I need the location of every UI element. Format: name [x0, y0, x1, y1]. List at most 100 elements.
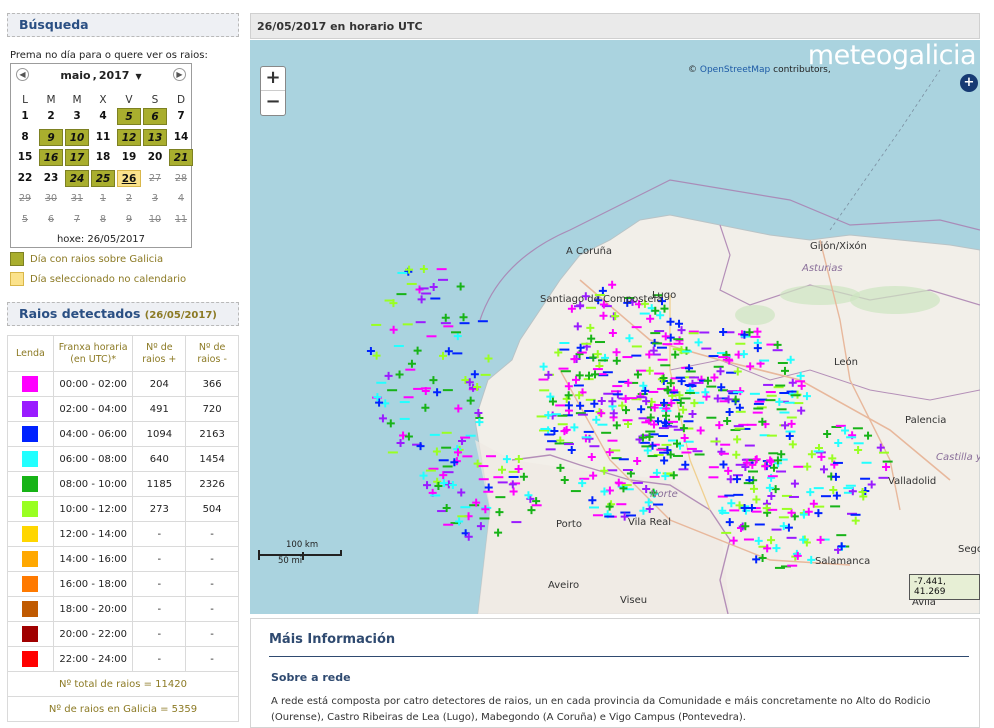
calendar-day[interactable]: 2: [39, 108, 63, 125]
calendar-day[interactable]: 17: [65, 149, 89, 166]
calendar-day: 1: [99, 193, 107, 204]
map-label: Aveiro: [548, 580, 579, 591]
weekday-header: V: [125, 94, 133, 106]
color-swatch: [22, 651, 39, 667]
green-area: [780, 285, 860, 305]
maritime-dotted: [829, 69, 941, 231]
table-row: 14:00 - 16:00- -: [7, 546, 239, 572]
map-label: Palencia: [905, 415, 946, 426]
calendar-prompt: Prema no día para o quere ver os raios:: [10, 50, 208, 61]
column-header: Nº de raios +: [132, 335, 187, 372]
map-scale: 100 km 50 mi: [258, 538, 342, 568]
positive-strike-icon: [459, 313, 468, 322]
calendar-day[interactable]: 1: [13, 108, 37, 125]
negative-count-cell: 720: [185, 396, 239, 422]
positive-strike-icon: [453, 332, 462, 341]
calendar-day[interactable]: 19: [117, 149, 141, 166]
column-header: Franxa horaria (en UTC)*: [52, 335, 134, 372]
calendar-day[interactable]: 15: [13, 149, 37, 166]
legend-swatch: [10, 252, 24, 266]
calendar-month-select[interactable]: maio, 2017 ▼: [11, 69, 191, 82]
legend-cell: [7, 621, 54, 647]
calendar-day[interactable]: 26: [117, 169, 141, 187]
positive-strike-icon: [438, 351, 447, 360]
positive-count-cell: -: [132, 646, 187, 672]
calendar-day: 3: [151, 193, 159, 204]
map-label: Segov: [958, 544, 980, 555]
weekday-header: X: [99, 94, 107, 106]
table-row: 10:00 - 12:00 273 504: [7, 496, 239, 522]
calendar-day[interactable]: 8: [13, 129, 37, 146]
scale-mi: 50 mi: [278, 556, 303, 566]
calendar-day[interactable]: 3: [65, 108, 89, 125]
more-info-panel: Máis Información Sobre a rede A rede est…: [250, 618, 980, 728]
calendar-day[interactable]: 11: [91, 129, 115, 146]
time-range-cell: 16:00 - 18:00: [52, 571, 134, 597]
search-panel-title: Búsqueda: [19, 17, 89, 32]
time-range-cell: 22:00 - 24:00: [52, 646, 134, 672]
positive-count-cell: -: [132, 521, 187, 547]
negative-count-cell: -: [185, 571, 239, 597]
positive-strike-icon: [476, 522, 485, 531]
calendar-day[interactable]: 5: [117, 108, 141, 125]
table-row: 06:00 - 08:00 640 1454: [7, 446, 239, 472]
positive-strike-icon: [421, 403, 430, 412]
table-row: 04:00 - 06:00 1094 2163: [7, 421, 239, 447]
calendar-day[interactable]: 13: [143, 128, 167, 146]
network-subtitle: Sobre a rede: [271, 671, 351, 684]
calendar-day: 10: [148, 213, 162, 225]
positive-strike-icon: [389, 325, 398, 334]
layers-toggle-icon[interactable]: +: [960, 74, 978, 92]
lightning-map[interactable]: A Coruña Gijón/Xixón Asturias Santiago de C…: [250, 40, 980, 614]
cursor-coordinates: -7.441, 41.269: [909, 574, 980, 600]
next-month-icon[interactable]: ▶: [173, 68, 186, 81]
calendar-day[interactable]: 4: [91, 108, 115, 125]
calendar-day[interactable]: 7: [169, 108, 193, 125]
calendar-day[interactable]: 25: [91, 169, 115, 187]
negative-count-cell: 366: [185, 371, 239, 397]
weekday-header: L: [22, 94, 28, 106]
legend-cell: [7, 521, 54, 547]
positive-count-cell: -: [132, 596, 187, 622]
table-header-row: Lenda Franxa horaria (en UTC)* Nº de rai…: [7, 335, 239, 372]
calendar-day[interactable]: 23: [39, 170, 63, 187]
positive-count-cell: -: [132, 621, 187, 647]
zoom-out-button[interactable]: −: [261, 91, 285, 115]
calendar-day[interactable]: 18: [91, 149, 115, 166]
zoom-in-button[interactable]: +: [261, 67, 285, 91]
more-info-title: Máis Información: [269, 632, 396, 647]
calendar-day[interactable]: 22: [13, 170, 37, 187]
map-label: Porto: [556, 519, 582, 530]
legend-cell: [7, 446, 54, 472]
color-swatch: [22, 526, 39, 542]
positive-count-cell: 640: [132, 446, 187, 472]
legend-cell: [7, 496, 54, 522]
positive-strike-icon: [366, 347, 375, 356]
map-header: 26/05/2017 en horario UTC: [250, 13, 980, 39]
calendar-day[interactable]: 20: [143, 149, 167, 166]
calendar-day[interactable]: 24: [65, 169, 89, 187]
map-canvas[interactable]: A Coruña Gijón/Xixón Asturias Santiago de C…: [250, 40, 980, 614]
osm-link[interactable]: OpenStreetMap: [700, 65, 770, 75]
weekday-header: M: [46, 94, 56, 106]
detected-panel-title: Raios detectados: [19, 306, 141, 321]
calendar-day[interactable]: 21: [169, 149, 193, 166]
map-label: Lugo: [652, 290, 676, 301]
positive-count-cell: -: [132, 546, 187, 572]
positive-strike-icon: [423, 481, 432, 490]
detected-panel-header: Raios detectados (26/05/2017): [7, 302, 239, 326]
negative-count-cell: -: [185, 621, 239, 647]
calendar-day[interactable]: 14: [169, 129, 193, 146]
calendar-day[interactable]: 16: [39, 149, 63, 166]
calendar-day: 11: [174, 213, 188, 225]
negative-count-cell: -: [185, 596, 239, 622]
total-row: Nº total de raios = 11420: [7, 671, 239, 697]
time-range-cell: 12:00 - 14:00: [52, 521, 134, 547]
calendar-day[interactable]: 6: [143, 108, 167, 125]
total-lightning: Nº total de raios = 11420: [7, 671, 239, 697]
map-label: Asturias: [801, 263, 843, 274]
legend-cell: [7, 396, 54, 422]
calendar-day[interactable]: 10: [65, 128, 89, 146]
calendar-day[interactable]: 12: [117, 128, 141, 146]
calendar-day[interactable]: 9: [39, 128, 63, 146]
